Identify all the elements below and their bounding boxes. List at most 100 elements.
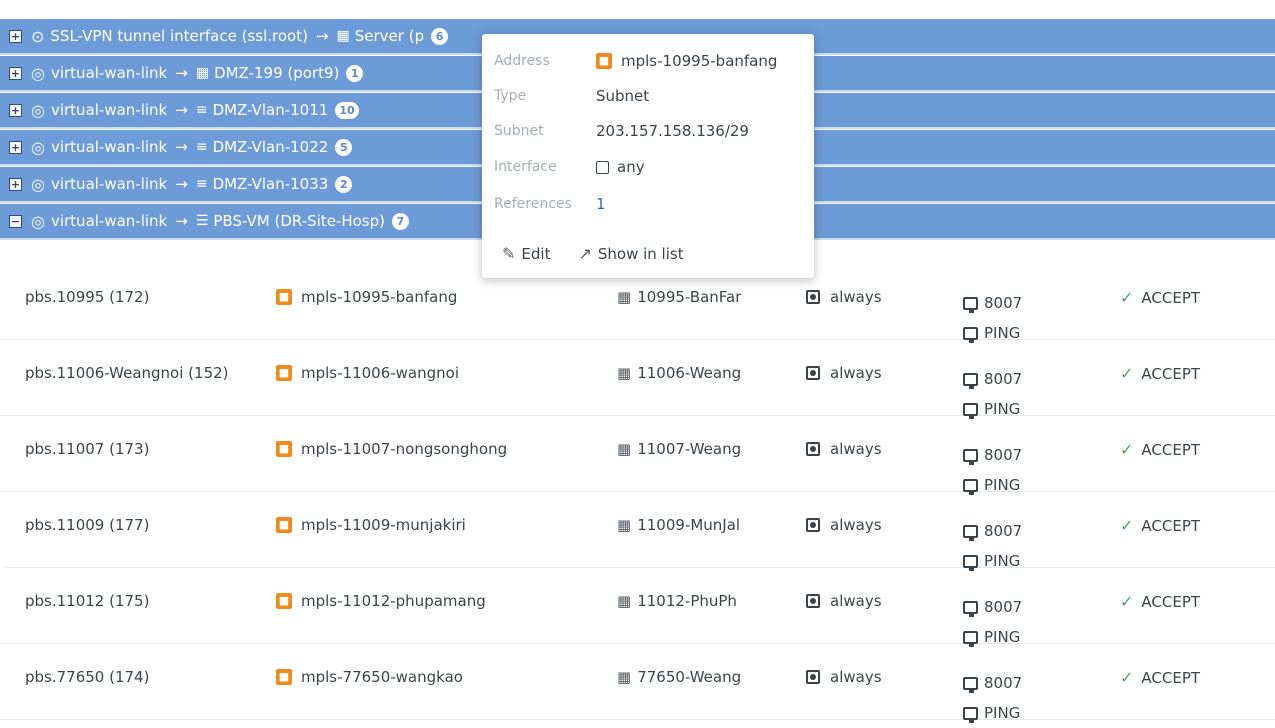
check-icon: ✓ [1120,668,1134,687]
service-item[interactable]: 8007 [963,516,1022,546]
service-icon [963,600,978,617]
policy-source[interactable]: ■ mpls-11006-wangnoi [276,364,459,382]
policy-source[interactable]: ■ mpls-10995-banfang [276,288,457,306]
policy-destination[interactable]: ▦ 11009-MunJal [617,516,767,534]
schedule-value: always [830,592,882,610]
popover-interface-row: Interface any [494,158,645,176]
policy-name[interactable]: pbs.11007 (173) [25,440,149,458]
policy-schedule[interactable]: always [806,592,882,610]
popover-subnet-row: Subnet 203.157.158.136/29 [494,122,749,140]
policy-destination[interactable]: ▦ 10995-BanFar [617,288,767,306]
policy-name[interactable]: pbs.11006-Weangnoi (152) [25,364,229,382]
policy-destination[interactable]: ▦ 77650-Weang [617,668,767,686]
expand-icon[interactable]: + [9,103,22,117]
policy-destination[interactable]: ▦ 11006-Weang [617,364,767,382]
section-destination-interface: DMZ-Vlan-1011 [212,101,329,119]
policy-services[interactable]: 8007 PING [963,440,1022,500]
section-count-badge: 1 [346,64,364,82]
arrow-icon: → [175,64,188,82]
address-group-icon: ▦ [617,364,632,382]
schedule-icon [806,290,820,304]
service-icon [963,372,978,389]
policy-services[interactable]: 8007 PING [963,288,1022,348]
destination-address: 10995-BanFar [637,288,742,306]
policy-schedule[interactable]: always [806,440,882,458]
popover-type-value: Subnet [596,87,650,105]
service-item[interactable]: 8007 [963,668,1022,698]
service-item[interactable]: 8007 [963,364,1022,394]
destination-address: 11006-Weang [637,364,742,382]
service-icon [963,706,978,723]
schedule-value: always [830,516,882,534]
schedule-icon [806,594,820,608]
schedule-value: always [830,288,882,306]
service-item[interactable]: 8007 [963,288,1022,318]
source-address: mpls-11006-wangnoi [301,364,459,382]
policy-source[interactable]: ■ mpls-11012-phupamang [276,592,486,610]
destination-address: 11012-PhuPh [637,592,737,610]
table-row[interactable]: pbs.11007 (173) ■ mpls-11007-nongsonghong ▦… [0,416,1275,495]
table-row[interactable]: pbs.11006-Weangnoi (152) ■ mpls-11006-wang… [0,340,1275,419]
policy-destination[interactable]: ▦ 11012-PhuPh [617,592,767,610]
policy-name[interactable]: pbs.77650 (174) [25,668,149,686]
table-row[interactable]: pbs.77650 (174) ■ mpls-77650-wangkao ▦ 77650… [0,644,1275,723]
policy-services[interactable]: 8007 PING [963,516,1022,576]
pencil-icon: ✎ [502,244,516,263]
policy-name[interactable]: pbs.11009 (177) [25,516,149,534]
address-group-icon: ▦ [617,440,632,458]
policy-services[interactable]: 8007 PING [963,668,1022,728]
popover-interface-label: Interface [494,159,557,175]
popover-type-row: Type Subnet [494,87,649,105]
action-value: ACCEPT [1141,364,1201,383]
popover-type-label: Type [494,88,527,104]
service-item[interactable]: 8007 [963,440,1022,470]
policy-schedule[interactable]: always [806,516,882,534]
action-value: ACCEPT [1141,440,1201,459]
policy-name[interactable]: pbs.10995 (172) [25,288,149,306]
policy-source[interactable]: ■ mpls-11009-munjakiri [276,516,466,534]
show-in-list-button[interactable]: ↗ Show in list [578,244,683,263]
policy-schedule[interactable]: always [806,668,882,686]
address-icon: ■ [276,289,292,305]
policy-action: ✓ ACCEPT [1120,516,1200,535]
policy-destination[interactable]: ▦ 11007-Weang [617,440,767,458]
expand-icon[interactable]: + [9,66,22,80]
popover-subnet-value: 203.157.158.136/29 [596,122,749,140]
policy-name[interactable]: pbs.11012 (175) [25,592,149,610]
address-group-icon: ▦ [617,516,632,534]
service-icon [963,326,978,343]
table-row[interactable]: pbs.11009 (177) ■ mpls-11009-munjakiri ▦ 110… [0,492,1275,571]
server-icon: ▦ [336,28,350,44]
policy-schedule[interactable]: always [806,364,882,382]
service-item[interactable]: PING [963,698,1022,728]
address-group-icon: ▦ [617,592,632,610]
expand-icon[interactable]: + [9,177,22,191]
table-row[interactable]: pbs.11012 (175) ■ mpls-11012-phupamang ▦ 110… [0,568,1275,647]
action-value: ACCEPT [1141,592,1201,611]
popover-references-link[interactable]: 1 [596,195,606,213]
policy-schedule[interactable]: always [806,288,882,306]
policy-services[interactable]: 8007 PING [963,364,1022,424]
popover-address-value: mpls-10995-banfang [621,52,778,70]
arrow-icon: → [315,27,329,45]
address-group-icon: ▦ [617,288,632,306]
arrow-icon: → [175,175,188,193]
arrow-icon: → [175,212,188,230]
address-popover: Address ■ mpls-10995-banfang Type Subnet… [482,34,814,278]
arrow-icon: → [175,138,188,156]
destination-address: 11007-Weang [637,440,742,458]
section-destination-interface: Server (p [354,27,425,45]
service-icon [963,676,978,693]
policy-source[interactable]: ■ mpls-11007-nongsonghong [276,440,507,458]
schedule-value: always [830,668,882,686]
service-name: 8007 [984,370,1023,388]
expand-icon[interactable]: + [9,29,22,43]
expand-icon[interactable]: + [9,140,22,154]
collapse-icon[interactable]: − [9,214,22,228]
policy-services[interactable]: 8007 PING [963,592,1022,652]
arrow-icon: → [175,101,188,119]
edit-button[interactable]: ✎ Edit [502,244,550,263]
service-item[interactable]: 8007 [963,592,1022,622]
policy-source[interactable]: ■ mpls-77650-wangkao [276,668,463,686]
check-icon: ✓ [1120,364,1134,383]
